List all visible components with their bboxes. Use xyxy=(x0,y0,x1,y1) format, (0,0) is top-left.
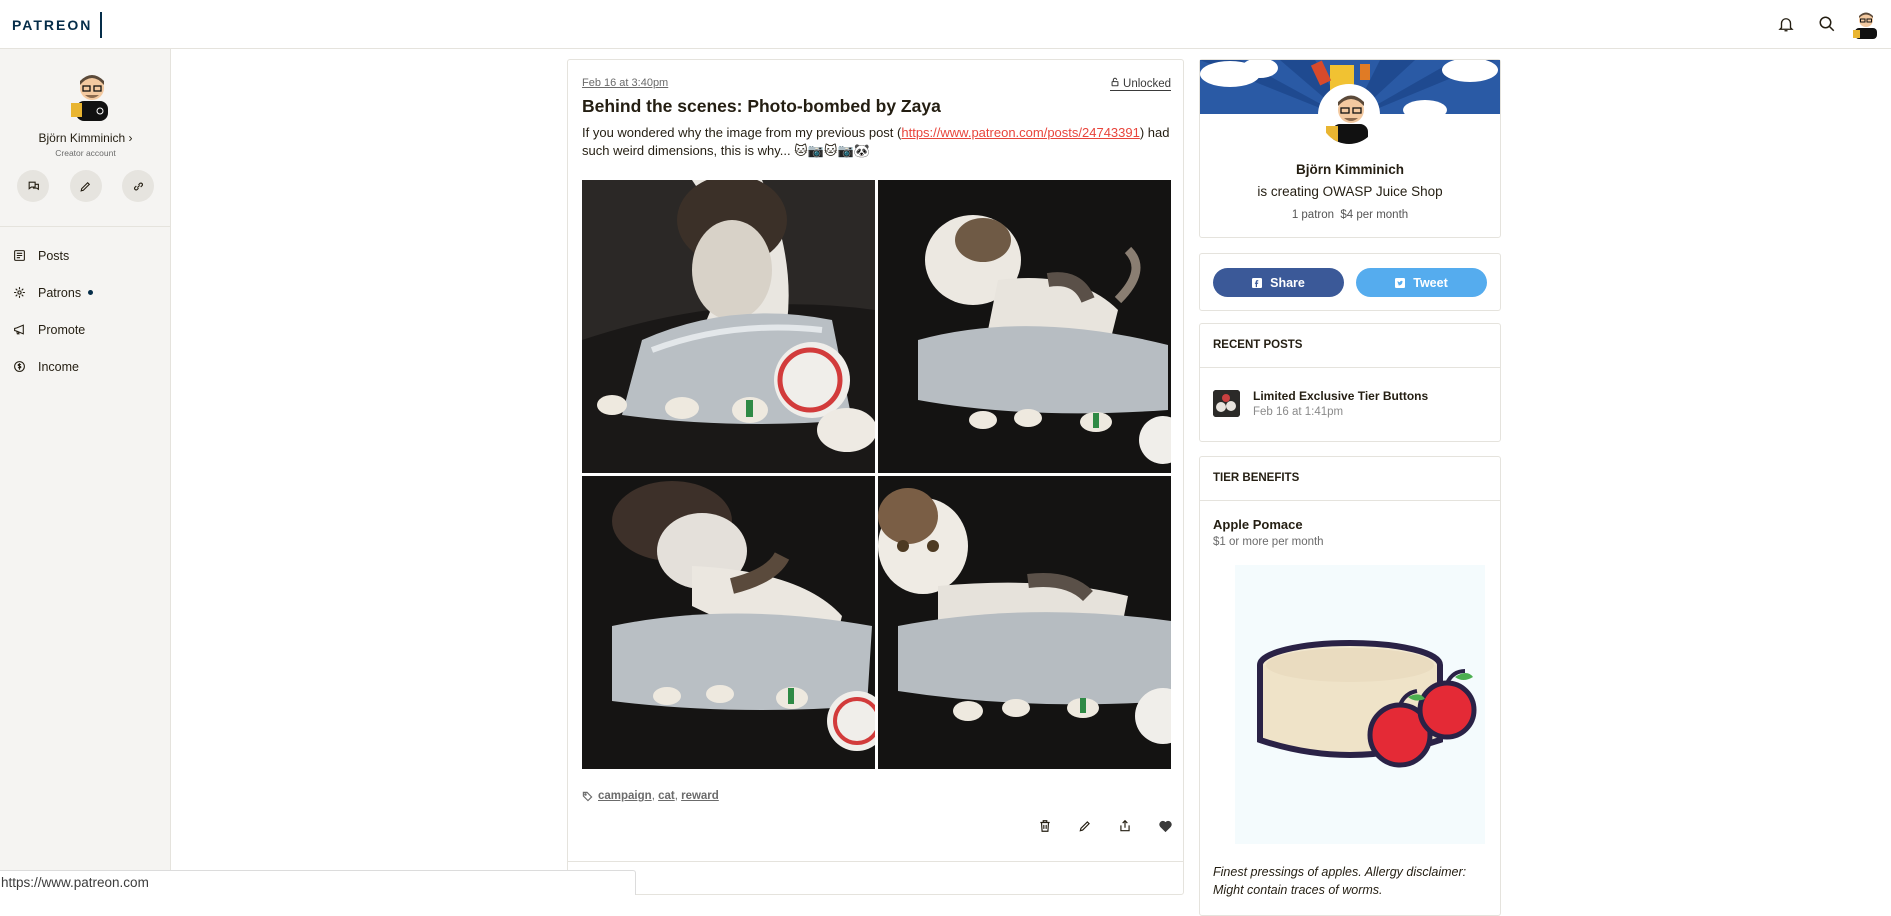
tier-benefits-heading: TIER BENEFITS xyxy=(1213,472,1300,484)
post-link[interactable]: https://www.patreon.com/posts/24743391 xyxy=(901,125,1139,140)
tier-description: Finest pressings of apples. Allergy disc… xyxy=(1213,865,1467,897)
tier-benefits-divider xyxy=(1200,500,1500,501)
pencil-icon[interactable] xyxy=(69,170,102,202)
recent-post-date: Feb 16 at 1:41pm xyxy=(1253,406,1344,418)
share-icon[interactable] xyxy=(1115,816,1135,836)
twitter-icon xyxy=(1395,277,1406,288)
post-body-text: If you wondered why the image from my pr… xyxy=(582,125,902,140)
sidebar-item-label: Promote xyxy=(38,322,86,337)
sidebar-item-promote[interactable]: Promote xyxy=(0,311,171,348)
logo-bar xyxy=(100,12,103,38)
tweet-label: Tweet xyxy=(1413,275,1448,290)
heart-icon[interactable] xyxy=(1155,816,1175,836)
share-box: Share Tweet xyxy=(1199,253,1501,311)
unlocked-label: Unlocked xyxy=(1123,77,1171,90)
notification-dot xyxy=(88,290,94,295)
megaphone-icon xyxy=(12,323,26,337)
tag-link[interactable]: reward xyxy=(681,790,719,802)
creator-stats: 1 patron $4 per month xyxy=(1200,209,1500,221)
patreon-logo[interactable]: PATREON xyxy=(12,12,103,38)
post-title[interactable]: Behind the scenes: Photo-bombed by Zaya xyxy=(582,96,941,117)
gallery-photo[interactable] xyxy=(878,476,1171,769)
tag-link[interactable]: cat xyxy=(658,790,675,802)
creator-project: is creating OWASP Juice Shop xyxy=(1257,184,1443,199)
recent-posts-heading: RECENT POSTS xyxy=(1213,339,1303,351)
sidebar-item-label: Posts xyxy=(38,248,70,263)
posts-icon xyxy=(12,249,26,263)
recent-post-thumbnail[interactable] xyxy=(1213,390,1240,417)
gallery-photo[interactable] xyxy=(582,476,875,769)
tier-image xyxy=(1235,565,1485,844)
tag-link[interactable]: campaign xyxy=(598,790,652,802)
pencil-icon[interactable] xyxy=(1075,816,1095,836)
sidebar-creator-name[interactable]: Björn Kimminich › xyxy=(0,131,171,145)
tag-icon xyxy=(582,791,593,802)
recent-post-title[interactable]: Limited Exclusive Tier Buttons xyxy=(1253,389,1428,403)
sidebar-item-label: Income xyxy=(38,359,79,374)
patrons-icon xyxy=(12,286,26,300)
search-icon[interactable] xyxy=(1815,12,1839,36)
trash-icon[interactable] xyxy=(1035,816,1055,836)
link-icon[interactable] xyxy=(122,170,154,202)
facebook-icon xyxy=(1252,277,1263,288)
sidebar-divider xyxy=(0,226,171,227)
recent-posts-box: RECENT POSTS Limited Exclusive Tier Butt… xyxy=(1199,323,1501,442)
share-label: Share xyxy=(1270,275,1305,290)
creator-avatar[interactable] xyxy=(68,69,114,121)
avatar[interactable] xyxy=(1851,9,1881,39)
dollar-icon xyxy=(12,360,26,374)
recent-posts-divider xyxy=(1200,367,1500,368)
sidebar-actions xyxy=(17,170,154,202)
top-bar: PATREON xyxy=(0,0,1891,49)
creator-avatar[interactable] xyxy=(1318,84,1380,146)
lock-open-icon xyxy=(1110,77,1120,90)
gallery-photo[interactable] xyxy=(878,180,1171,473)
photo-gallery xyxy=(582,180,1171,769)
post-actions xyxy=(1035,816,1175,836)
creator-box: Björn Kimminich is creating OWASP Juice … xyxy=(1199,59,1501,238)
share-button[interactable]: Share xyxy=(1213,268,1344,297)
post-date[interactable]: Feb 16 at 3:40pm xyxy=(582,77,668,89)
chat-icon[interactable] xyxy=(17,170,49,202)
tier-name: Apple Pomace xyxy=(1213,517,1303,532)
gallery-photo[interactable] xyxy=(582,180,875,473)
tweet-button[interactable]: Tweet xyxy=(1356,268,1487,297)
sidebar-account-type: Creator account xyxy=(55,148,116,158)
creator-name[interactable]: Björn Kimminich xyxy=(1200,162,1500,177)
sidebar-item-label: Patrons xyxy=(38,285,82,300)
sidebar-item-posts[interactable]: Posts xyxy=(0,237,171,274)
unlocked-badge[interactable]: Unlocked xyxy=(1110,77,1171,91)
post-card-divider xyxy=(568,861,1183,862)
post-body: If you wondered why the image from my pr… xyxy=(582,124,1172,160)
sidebar-nav: Posts Patrons Promote Income xyxy=(0,237,171,385)
status-url: https://www.patreon.com xyxy=(0,870,636,895)
sidebar: Björn Kimminich › Creator account Posts … xyxy=(0,49,171,895)
sidebar-item-income[interactable]: Income xyxy=(0,348,171,385)
post-tags: campaign, cat, reward xyxy=(582,790,719,802)
monthly-income: $4 per month xyxy=(1340,209,1409,221)
tier-benefits-box: TIER BENEFITS Apple Pomace $1 or more pe… xyxy=(1199,456,1501,916)
patron-count: 1 patron xyxy=(1291,209,1335,221)
post-card: Feb 16 at 3:40pm Unlocked Behind the sce… xyxy=(567,59,1184,895)
bell-icon[interactable] xyxy=(1774,12,1798,36)
sidebar-item-patrons[interactable]: Patrons xyxy=(0,274,171,311)
logo-text[interactable]: PATREON xyxy=(12,17,92,33)
tier-price: $1 or more per month xyxy=(1213,536,1324,548)
